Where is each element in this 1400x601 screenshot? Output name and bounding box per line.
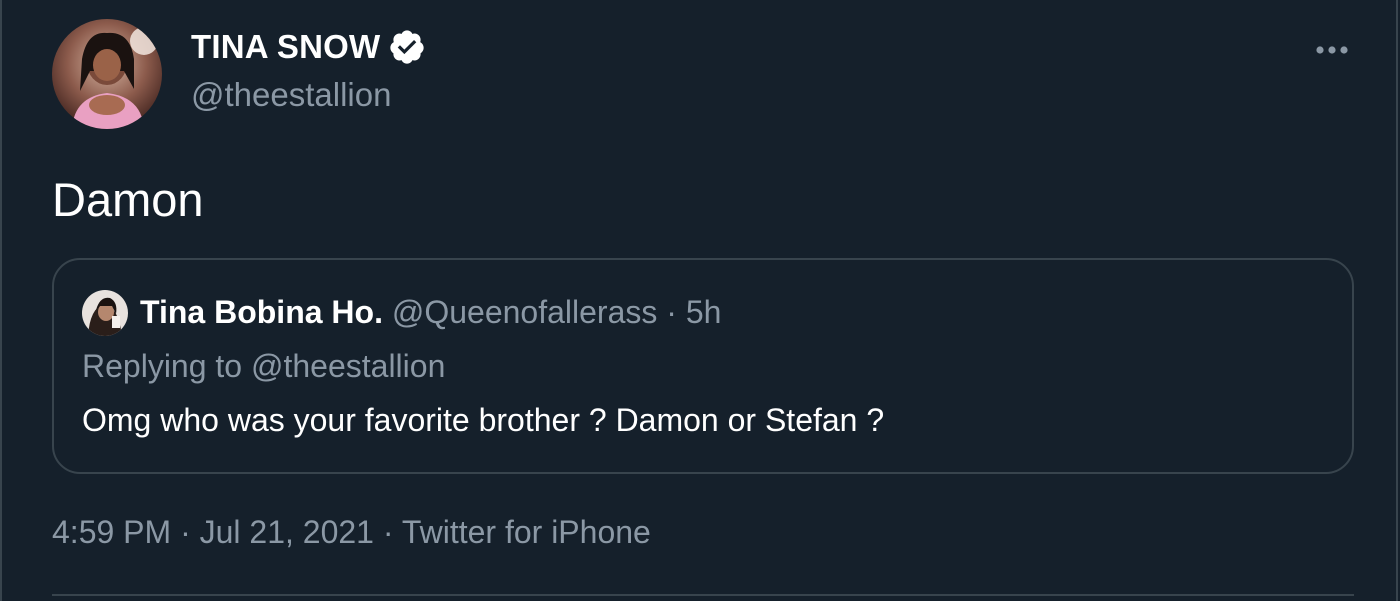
quoted-author-handle[interactable]: @Queenofallerass — [392, 294, 658, 330]
tweet-metadata: 4:59 PM · Jul 21, 2021 · Twitter for iPh… — [52, 512, 651, 552]
tweet-source[interactable]: Twitter for iPhone — [402, 514, 651, 550]
quoted-tweet-card[interactable]: Tina Bobina Ho. @Queenofallerass · 5h Re… — [52, 258, 1354, 474]
quoted-header-separator: · — [657, 294, 686, 330]
tweet-text: Damon — [52, 173, 204, 226]
quoted-tweet-time[interactable]: 5h — [686, 294, 722, 330]
divider — [52, 594, 1354, 596]
author-display-name[interactable]: TINA SNOW — [191, 27, 426, 67]
quoted-author-name[interactable]: Tina Bobina Ho. — [140, 294, 383, 330]
author-name-text: TINA SNOW — [191, 28, 381, 65]
quoted-replying-to: Replying to @theestallion — [82, 348, 446, 384]
meta-separator-1: · — [171, 514, 200, 550]
quoted-tweet-text: Omg who was your favorite brother ? Damo… — [82, 402, 885, 438]
verified-badge-icon — [388, 28, 426, 66]
author-handle[interactable]: @theestallion — [191, 75, 391, 115]
tweet-time[interactable]: 4:59 PM — [52, 514, 171, 550]
meta-separator-2: · — [373, 514, 402, 550]
tweet-container: TINA SNOW @theestallion Damon Tina Bobin… — [0, 0, 1398, 601]
author-avatar[interactable] — [52, 19, 162, 129]
tweet-date[interactable]: Jul 21, 2021 — [200, 514, 374, 550]
quoted-author-avatar[interactable] — [82, 290, 128, 336]
quoted-tweet-header: Tina Bobina Ho. @Queenofallerass · 5h — [140, 292, 721, 332]
more-options-icon[interactable] — [1312, 36, 1352, 64]
